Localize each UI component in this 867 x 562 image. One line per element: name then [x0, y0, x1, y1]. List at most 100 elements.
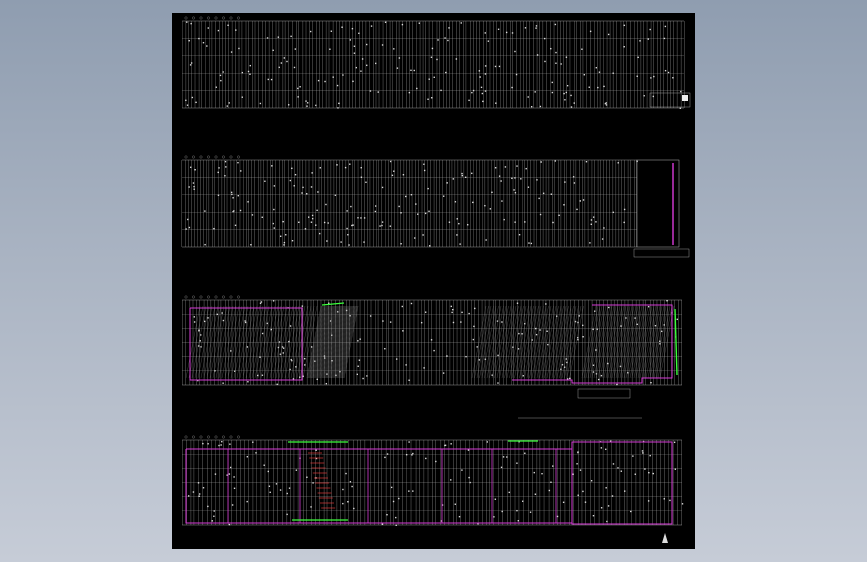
- column-mark: [283, 57, 286, 59]
- column-mark: [495, 102, 497, 104]
- axis-bubble: [214, 435, 218, 439]
- column-mark: [211, 520, 214, 522]
- column-mark: [247, 381, 249, 383]
- hatch-line: [310, 305, 325, 379]
- column-mark: [294, 173, 297, 176]
- column-mark: [395, 524, 397, 526]
- column-mark: [384, 456, 386, 459]
- column-mark: [410, 69, 412, 72]
- hatch-line: [318, 305, 333, 379]
- column-mark: [275, 483, 278, 485]
- column-mark: [267, 78, 269, 81]
- column-mark: [226, 105, 228, 107]
- column-mark: [595, 221, 597, 223]
- column-mark: [351, 27, 354, 30]
- column-mark: [363, 217, 366, 219]
- column-mark: [650, 381, 652, 384]
- column-mark: [273, 227, 275, 229]
- column-mark: [250, 244, 252, 246]
- column-mark: [283, 241, 286, 244]
- column-mark: [382, 320, 384, 322]
- column-mark: [497, 28, 500, 30]
- column-mark: [255, 452, 257, 454]
- column-mark: [597, 378, 600, 381]
- column-mark: [188, 186, 190, 188]
- column-mark: [666, 300, 668, 302]
- column-mark: [289, 179, 292, 182]
- hatch-line: [323, 305, 339, 379]
- column-mark: [437, 39, 439, 41]
- column-mark: [398, 497, 400, 500]
- column-mark: [603, 85, 605, 88]
- column-mark: [402, 174, 405, 176]
- column-mark: [564, 181, 566, 183]
- column-mark: [251, 214, 254, 216]
- column-mark: [282, 347, 285, 349]
- column-mark: [347, 501, 349, 503]
- column-mark: [474, 307, 476, 310]
- hatch-line: [221, 305, 237, 379]
- column-mark: [450, 479, 452, 481]
- column-mark: [381, 224, 383, 227]
- column-mark: [423, 169, 426, 172]
- column-mark: [433, 349, 435, 352]
- column-mark: [218, 444, 220, 447]
- column-mark: [620, 325, 622, 327]
- column-mark: [497, 382, 499, 384]
- column-mark: [627, 372, 629, 374]
- accent-line: [321, 302, 345, 306]
- column-mark: [207, 505, 209, 508]
- column-mark: [469, 481, 471, 484]
- column-mark: [357, 217, 359, 219]
- column-mark: [272, 300, 275, 302]
- cad-drawing-canvas[interactable]: [172, 13, 695, 549]
- column-mark: [233, 476, 235, 478]
- column-mark: [516, 509, 518, 512]
- column-mark: [390, 486, 393, 489]
- column-mark: [641, 450, 644, 452]
- column-mark: [270, 328, 272, 331]
- column-mark: [605, 487, 607, 489]
- column-mark: [222, 71, 224, 73]
- column-mark: [539, 329, 541, 331]
- column-mark: [643, 95, 645, 97]
- column-mark: [524, 452, 526, 454]
- column-mark: [525, 167, 527, 170]
- column-mark: [456, 218, 458, 220]
- column-mark: [202, 41, 205, 44]
- axis-bubble: [237, 16, 240, 20]
- column-mark: [502, 456, 505, 458]
- column-mark: [514, 50, 516, 53]
- sheet-1-column-grid: [182, 16, 691, 109]
- column-mark: [494, 167, 497, 169]
- column-mark: [636, 75, 638, 77]
- column-mark: [306, 102, 309, 104]
- column-mark: [187, 495, 190, 497]
- column-mark: [460, 22, 462, 24]
- column-mark: [497, 354, 499, 357]
- column-mark: [542, 192, 545, 194]
- column-mark: [266, 322, 268, 325]
- column-mark: [280, 62, 283, 64]
- hatch-line: [242, 305, 258, 379]
- axis-bubble: [207, 435, 210, 439]
- column-mark: [536, 179, 538, 181]
- hatch-line: [324, 305, 340, 379]
- axis-bubble: [184, 155, 188, 159]
- drawing-viewport[interactable]: [172, 13, 695, 549]
- column-mark: [310, 186, 313, 188]
- column-mark: [220, 444, 222, 446]
- column-mark: [229, 443, 231, 445]
- column-mark: [213, 515, 215, 517]
- column-mark: [204, 210, 206, 212]
- sheet-4-full-floor-plan: [182, 417, 684, 526]
- column-mark: [530, 242, 533, 245]
- legend-block: [577, 388, 631, 399]
- hatch-line: [339, 305, 354, 379]
- column-mark: [484, 32, 486, 34]
- column-mark: [563, 204, 565, 206]
- column-mark: [550, 47, 552, 50]
- column-mark: [576, 463, 578, 465]
- column-mark: [535, 27, 537, 29]
- column-mark: [637, 56, 639, 59]
